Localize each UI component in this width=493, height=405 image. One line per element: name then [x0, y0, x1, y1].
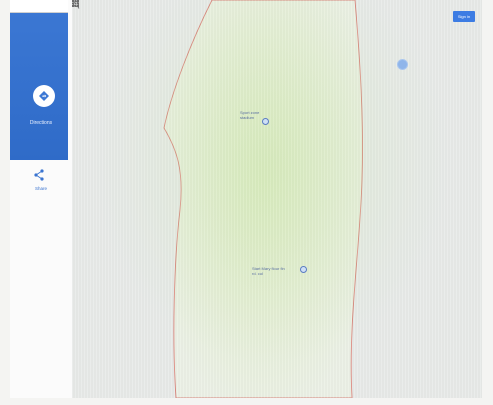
place-label-road[interactable]: Start Mary flour fin rd. cul — [252, 266, 285, 276]
map-drawing — [72, 0, 482, 398]
place-pin-icon[interactable] — [300, 266, 307, 273]
map-canvas[interactable]: Sport zone stadium Start Mary flour fin … — [72, 0, 482, 398]
directions-icon — [39, 91, 49, 101]
area-boundary — [163, 0, 363, 398]
my-location-dot — [397, 59, 408, 70]
place-label-stadium[interactable]: Sport zone stadium — [240, 110, 259, 120]
screen-photo: Directions Share Sport zone stadium Star… — [10, 0, 482, 398]
share-icon[interactable] — [33, 168, 45, 182]
place-side-panel: Directions Share — [10, 0, 73, 398]
place-header-card — [10, 0, 68, 160]
directions-label: Directions — [29, 120, 53, 126]
apps-grid-icon[interactable] — [72, 0, 79, 7]
sign-in-button[interactable]: Sign in — [453, 11, 475, 22]
panel-top-strip — [10, 0, 68, 13]
directions-button[interactable] — [33, 85, 55, 107]
share-label: Share — [34, 186, 47, 191]
place-pin-icon[interactable] — [262, 118, 269, 125]
